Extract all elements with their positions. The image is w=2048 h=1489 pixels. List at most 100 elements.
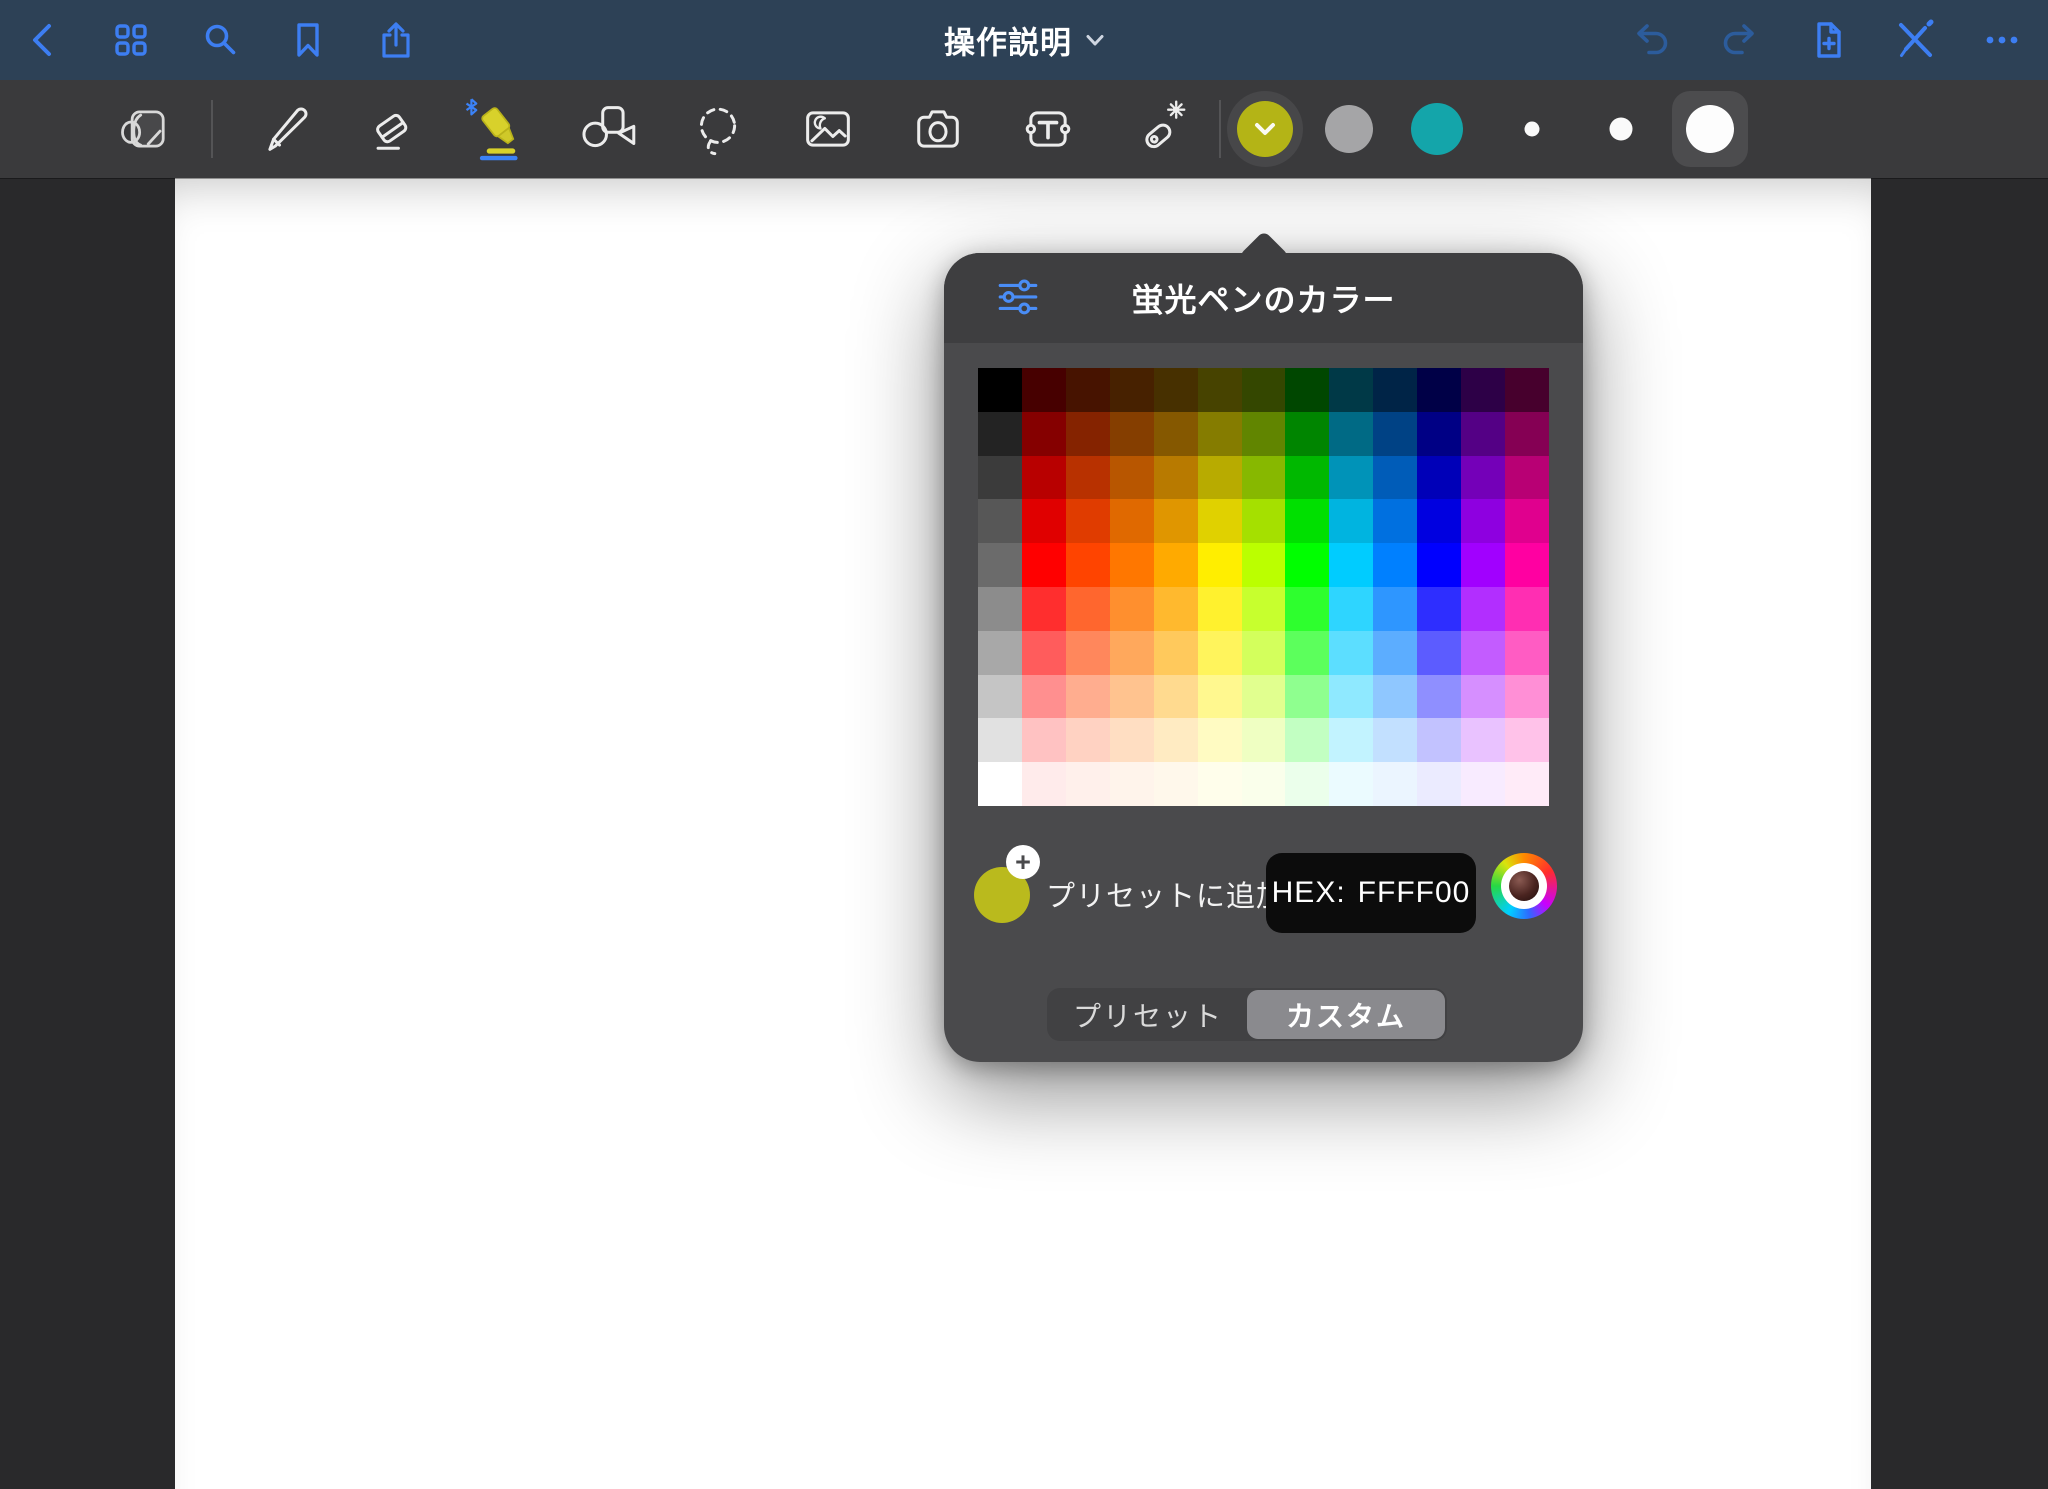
hex-input[interactable]: HEX: FFFF00 bbox=[1266, 853, 1476, 933]
color-cell[interactable] bbox=[1242, 499, 1286, 543]
color-cell[interactable] bbox=[978, 499, 1022, 543]
color-cell[interactable] bbox=[1505, 675, 1549, 719]
color-cell[interactable] bbox=[1154, 587, 1198, 631]
color-cell[interactable] bbox=[978, 631, 1022, 675]
color-cell[interactable] bbox=[978, 762, 1022, 806]
color-cell[interactable] bbox=[1285, 368, 1329, 412]
color-cell[interactable] bbox=[1154, 675, 1198, 719]
color-cell[interactable] bbox=[1505, 631, 1549, 675]
color-cell[interactable] bbox=[1198, 675, 1242, 719]
color-cell[interactable] bbox=[1461, 412, 1505, 456]
color-cell[interactable] bbox=[1373, 543, 1417, 587]
color-cell[interactable] bbox=[1022, 456, 1066, 500]
color-cell[interactable] bbox=[1066, 543, 1110, 587]
color-cell[interactable] bbox=[1198, 587, 1242, 631]
color-cell[interactable] bbox=[1242, 762, 1286, 806]
color-cell[interactable] bbox=[1285, 543, 1329, 587]
color-cell[interactable] bbox=[1373, 456, 1417, 500]
color-cell[interactable] bbox=[1198, 631, 1242, 675]
color-cell[interactable] bbox=[1373, 675, 1417, 719]
color-cell[interactable] bbox=[1329, 499, 1373, 543]
undo-button[interactable] bbox=[1624, 12, 1680, 68]
color-cell[interactable] bbox=[1329, 412, 1373, 456]
color-cell[interactable] bbox=[1066, 499, 1110, 543]
color-cell[interactable] bbox=[1066, 587, 1110, 631]
color-cell[interactable] bbox=[1373, 412, 1417, 456]
color-cell[interactable] bbox=[1285, 587, 1329, 631]
color-cell[interactable] bbox=[1461, 587, 1505, 631]
color-cell[interactable] bbox=[1242, 412, 1286, 456]
redo-button[interactable] bbox=[1711, 12, 1767, 68]
color-cell[interactable] bbox=[978, 587, 1022, 631]
color-swatch-teal[interactable] bbox=[1411, 103, 1463, 155]
color-cell[interactable] bbox=[1022, 499, 1066, 543]
color-cell[interactable] bbox=[1461, 543, 1505, 587]
shapes-tool[interactable] bbox=[571, 93, 643, 165]
color-cell[interactable] bbox=[1022, 543, 1066, 587]
color-cell[interactable] bbox=[978, 718, 1022, 762]
color-cell[interactable] bbox=[1154, 412, 1198, 456]
color-cell[interactable] bbox=[1461, 499, 1505, 543]
color-cell[interactable] bbox=[1198, 368, 1242, 412]
color-cell[interactable] bbox=[1417, 718, 1461, 762]
color-cell[interactable] bbox=[1154, 718, 1198, 762]
color-cell[interactable] bbox=[1022, 368, 1066, 412]
color-cell[interactable] bbox=[1154, 543, 1198, 587]
eraser-tool[interactable] bbox=[356, 93, 428, 165]
color-cell[interactable] bbox=[1505, 543, 1549, 587]
color-cell[interactable] bbox=[1417, 368, 1461, 412]
color-cell[interactable] bbox=[1110, 718, 1154, 762]
color-cell[interactable] bbox=[1329, 456, 1373, 500]
color-cell[interactable] bbox=[1242, 631, 1286, 675]
laser-pointer-tool[interactable] bbox=[1122, 93, 1194, 165]
color-cell[interactable] bbox=[1110, 412, 1154, 456]
stroke-size-small[interactable] bbox=[1525, 122, 1540, 137]
color-cell[interactable] bbox=[1373, 762, 1417, 806]
color-cell[interactable] bbox=[1022, 412, 1066, 456]
color-cell[interactable] bbox=[1066, 762, 1110, 806]
color-cell[interactable] bbox=[1461, 368, 1505, 412]
color-cell[interactable] bbox=[1022, 587, 1066, 631]
document-title-menu[interactable]: 操作説明 bbox=[944, 18, 1104, 63]
color-cell[interactable] bbox=[978, 675, 1022, 719]
color-cell[interactable] bbox=[1198, 412, 1242, 456]
color-cell[interactable] bbox=[1110, 675, 1154, 719]
color-cell[interactable] bbox=[1417, 631, 1461, 675]
color-cell[interactable] bbox=[1110, 368, 1154, 412]
color-cell[interactable] bbox=[1154, 368, 1198, 412]
color-cell[interactable] bbox=[1285, 412, 1329, 456]
add-preset-plus-icon[interactable]: + bbox=[1006, 845, 1040, 879]
color-cell[interactable] bbox=[1329, 368, 1373, 412]
zoom-window-tool[interactable] bbox=[109, 93, 181, 165]
color-cell[interactable] bbox=[1198, 499, 1242, 543]
color-cell[interactable] bbox=[1285, 631, 1329, 675]
color-cell[interactable] bbox=[1461, 718, 1505, 762]
color-cell[interactable] bbox=[1154, 456, 1198, 500]
lasso-tool[interactable] bbox=[682, 93, 754, 165]
color-cell[interactable] bbox=[1242, 456, 1286, 500]
color-cell[interactable] bbox=[1285, 718, 1329, 762]
tab-preset[interactable]: プリセット bbox=[1049, 990, 1247, 1039]
color-cell[interactable] bbox=[1373, 587, 1417, 631]
highlighter-tool[interactable] bbox=[461, 93, 533, 165]
more-options-button[interactable] bbox=[1974, 12, 2030, 68]
color-cell[interactable] bbox=[1198, 762, 1242, 806]
color-cell[interactable] bbox=[1505, 499, 1549, 543]
color-cell[interactable] bbox=[1066, 718, 1110, 762]
color-cell[interactable] bbox=[1461, 675, 1505, 719]
color-cell[interactable] bbox=[1417, 762, 1461, 806]
color-cell[interactable] bbox=[1110, 762, 1154, 806]
color-cell[interactable] bbox=[1505, 456, 1549, 500]
color-swatch-yellow[interactable] bbox=[1237, 101, 1293, 157]
color-cell[interactable] bbox=[1110, 543, 1154, 587]
color-cell[interactable] bbox=[1066, 456, 1110, 500]
color-swatch-gray[interactable] bbox=[1325, 105, 1373, 153]
color-cell[interactable] bbox=[978, 456, 1022, 500]
color-cell[interactable] bbox=[1505, 368, 1549, 412]
color-cell[interactable] bbox=[1285, 675, 1329, 719]
color-cell[interactable] bbox=[1505, 762, 1549, 806]
color-cell[interactable] bbox=[978, 412, 1022, 456]
color-cell[interactable] bbox=[1505, 718, 1549, 762]
color-cell[interactable] bbox=[1110, 499, 1154, 543]
color-cell[interactable] bbox=[1417, 412, 1461, 456]
